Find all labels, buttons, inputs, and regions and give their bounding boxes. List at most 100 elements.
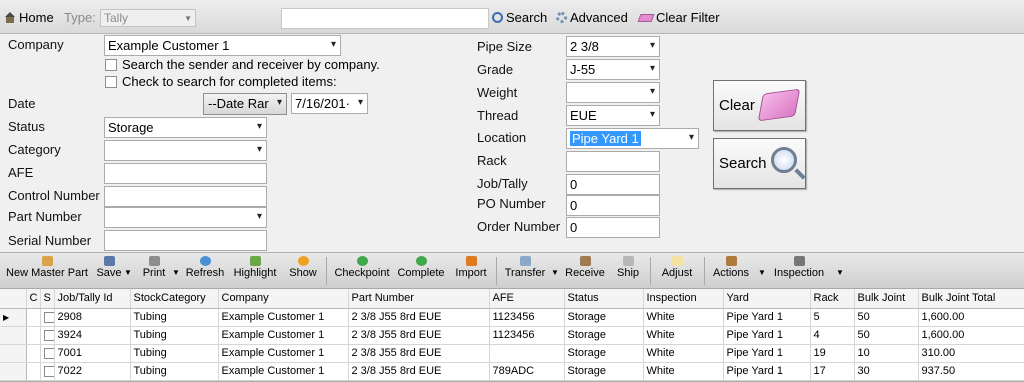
chevron-down-icon[interactable]: ▼ — [124, 268, 132, 277]
table-cell[interactable]: White — [643, 362, 724, 381]
table-cell[interactable]: 5 — [810, 308, 855, 327]
table-cell[interactable]: Pipe Yard 1 — [723, 326, 811, 345]
clear-filter-link[interactable]: Clear Filter — [637, 10, 720, 25]
table-cell[interactable]: Pipe Yard 1 — [723, 344, 811, 363]
row-checkbox[interactable] — [43, 311, 53, 323]
column-header[interactable]: S — [40, 289, 55, 309]
table-cell[interactable]: 1123456 — [489, 326, 565, 345]
table-cell[interactable]: Example Customer 1 — [218, 308, 349, 327]
company-select[interactable]: Example Customer 1 — [104, 35, 341, 56]
table-cell[interactable]: Tubing — [130, 308, 219, 327]
table-cell[interactable]: Tubing — [130, 326, 219, 345]
inspection-button[interactable]: Inspection — [770, 254, 828, 288]
chevron-down-icon[interactable]: ▼ — [836, 268, 844, 277]
serial-number-input[interactable] — [104, 230, 267, 251]
row-header[interactable] — [0, 362, 27, 381]
table-row[interactable]: ▶ 2908 Tubing Example Customer 1 2 3/8 J… — [0, 308, 1024, 327]
table-cell[interactable]: Storage — [564, 362, 644, 381]
row-header[interactable]: ▶ — [0, 308, 27, 327]
transfer-button[interactable]: Transfer — [502, 254, 548, 288]
table-cell[interactable]: Example Customer 1 — [218, 326, 349, 345]
column-header[interactable]: Status — [564, 289, 644, 309]
table-cell[interactable]: 50 — [854, 326, 919, 345]
table-cell[interactable]: Example Customer 1 — [218, 344, 349, 363]
table-cell[interactable]: Tubing — [130, 344, 219, 363]
table-cell[interactable]: 1,600.00 — [918, 326, 1024, 345]
print-button[interactable]: Print — [137, 254, 171, 288]
complete-button[interactable]: Complete — [396, 254, 446, 288]
s-cell[interactable] — [40, 344, 55, 363]
highlight-button[interactable]: Highlight — [230, 254, 280, 288]
table-cell[interactable]: 10 — [854, 344, 919, 363]
table-cell[interactable]: 50 — [854, 308, 919, 327]
search-button[interactable]: Search — [713, 138, 806, 189]
chevron-down-icon[interactable]: ▼ — [172, 268, 180, 277]
column-header[interactable]: Inspection — [643, 289, 724, 309]
row-header[interactable] — [0, 344, 27, 363]
table-cell[interactable]: White — [643, 326, 724, 345]
s-cell[interactable] — [40, 308, 55, 327]
column-header[interactable]: Rack — [810, 289, 855, 309]
grade-select[interactable]: J-55 — [566, 59, 660, 80]
table-row[interactable]: 3924 Tubing Example Customer 1 2 3/8 J55… — [0, 326, 1024, 345]
column-header[interactable]: Yard — [723, 289, 811, 309]
rack-input[interactable] — [566, 151, 660, 172]
home-button[interactable]: Home — [4, 10, 54, 25]
table-cell[interactable]: Storage — [564, 326, 644, 345]
show-button[interactable]: Show — [286, 254, 320, 288]
table-cell[interactable]: 2 3/8 J55 8rd EUE — [348, 326, 490, 345]
adjust-button[interactable]: Adjust — [656, 254, 698, 288]
location-select[interactable]: Pipe Yard 1 — [566, 128, 699, 149]
clear-button[interactable]: Clear — [713, 80, 806, 131]
control-number-input[interactable] — [104, 186, 267, 207]
table-cell[interactable]: 2 3/8 J55 8rd EUE — [348, 362, 490, 381]
ship-button[interactable]: Ship — [612, 254, 644, 288]
part-number-select[interactable] — [104, 207, 267, 228]
import-button[interactable]: Import — [451, 254, 491, 288]
new-master-part-button[interactable]: New Master Part — [4, 254, 90, 288]
date-range-select[interactable]: --Date Rar — [203, 93, 287, 115]
column-header[interactable]: Bulk Joint Total — [918, 289, 1024, 309]
order-number-input[interactable]: 0 — [566, 217, 660, 238]
s-cell[interactable] — [40, 362, 55, 381]
table-cell[interactable]: White — [643, 344, 724, 363]
row-checkbox[interactable] — [43, 347, 53, 359]
status-select[interactable]: Storage — [104, 117, 267, 138]
row-checkbox[interactable] — [43, 329, 53, 341]
s-cell[interactable] — [40, 326, 55, 345]
table-cell[interactable]: 2908 — [54, 308, 131, 327]
table-cell[interactable]: Storage — [564, 344, 644, 363]
table-cell[interactable]: 17 — [810, 362, 855, 381]
receive-button[interactable]: Receive — [564, 254, 606, 288]
column-header[interactable]: Job/Tally Id — [54, 289, 131, 309]
table-row[interactable]: 7022 Tubing Example Customer 1 2 3/8 J55… — [0, 362, 1024, 381]
weight-select[interactable] — [566, 82, 660, 103]
table-cell[interactable]: 310.00 — [918, 344, 1024, 363]
completed-items-checkbox[interactable]: Check to search for completed items: — [105, 74, 337, 89]
sender-receiver-checkbox[interactable]: Search the sender and receiver by compan… — [105, 57, 380, 72]
po-number-input[interactable]: 0 — [566, 195, 660, 216]
table-cell[interactable]: 937.50 — [918, 362, 1024, 381]
checkpoint-button[interactable]: Checkpoint — [332, 254, 392, 288]
job-tally-input[interactable]: 0 — [566, 174, 660, 195]
table-row[interactable]: 7001 Tubing Example Customer 1 2 3/8 J55… — [0, 344, 1024, 363]
row-checkbox[interactable] — [43, 365, 53, 377]
table-cell[interactable]: 2 3/8 J55 8rd EUE — [348, 344, 490, 363]
table-cell[interactable]: 7001 — [54, 344, 131, 363]
date-picker[interactable]: 7/16/201· — [291, 93, 368, 114]
table-cell[interactable]: Example Customer 1 — [218, 362, 349, 381]
refresh-button[interactable]: Refresh — [184, 254, 226, 288]
category-select[interactable] — [104, 140, 267, 161]
column-header[interactable]: Bulk Joint — [854, 289, 919, 309]
table-cell[interactable]: White — [643, 308, 724, 327]
advanced-link[interactable]: Advanced — [556, 10, 628, 25]
column-header[interactable]: C — [26, 289, 41, 309]
table-cell[interactable]: 3924 — [54, 326, 131, 345]
checkbox[interactable] — [105, 58, 117, 71]
table-cell[interactable]: 4 — [810, 326, 855, 345]
table-cell[interactable]: 7022 — [54, 362, 131, 381]
thread-select[interactable]: EUE — [566, 105, 660, 126]
actions-button[interactable]: Actions — [710, 254, 752, 288]
search-input[interactable] — [281, 8, 489, 29]
table-cell[interactable]: Pipe Yard 1 — [723, 362, 811, 381]
